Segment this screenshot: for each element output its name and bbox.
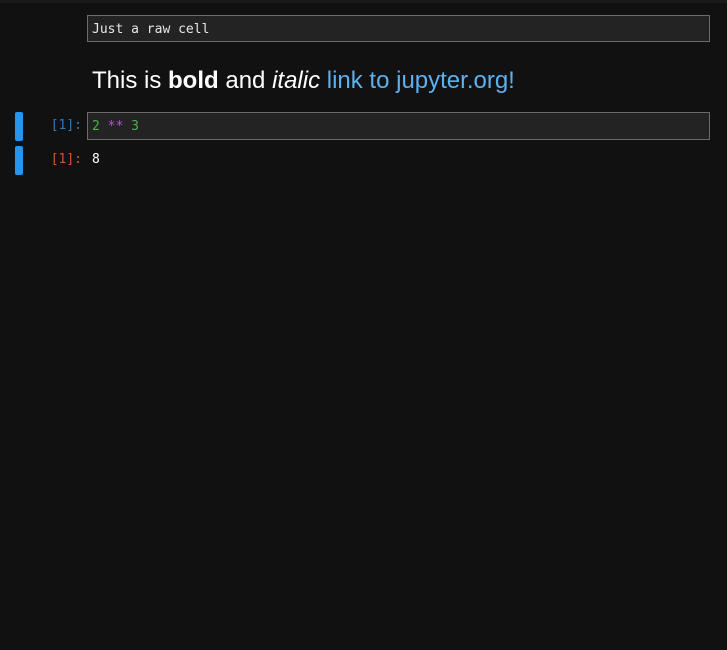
code-token-number: 3: [131, 119, 139, 134]
input-collapser[interactable]: [15, 112, 23, 141]
code-token-number: 2: [92, 119, 100, 134]
code-token-operator: **: [107, 119, 124, 134]
cell-output: 8: [92, 152, 100, 167]
notebook-area: Just a raw cell This is bold and italic …: [0, 0, 727, 650]
raw-cell-editor[interactable]: Just a raw cell: [87, 15, 710, 42]
markdown-middle: and: [218, 67, 273, 94]
markdown-space: [320, 67, 327, 94]
code-cell-editor[interactable]: 2 ** 3: [87, 112, 710, 140]
jupyter-link[interactable]: link to jupyter.org!: [327, 67, 515, 94]
markdown-bold: bold: [168, 67, 219, 94]
markdown-prefix: This is: [92, 67, 169, 94]
output-prompt: [1]:: [50, 152, 82, 167]
markdown-italic: italic: [272, 67, 321, 94]
markdown-cell[interactable]: This is bold and italic link to jupyter.…: [92, 63, 515, 99]
output-collapser[interactable]: [15, 146, 23, 175]
top-divider: [0, 0, 727, 3]
input-prompt: [1]:: [50, 118, 82, 133]
raw-cell-text: Just a raw cell: [92, 22, 210, 37]
